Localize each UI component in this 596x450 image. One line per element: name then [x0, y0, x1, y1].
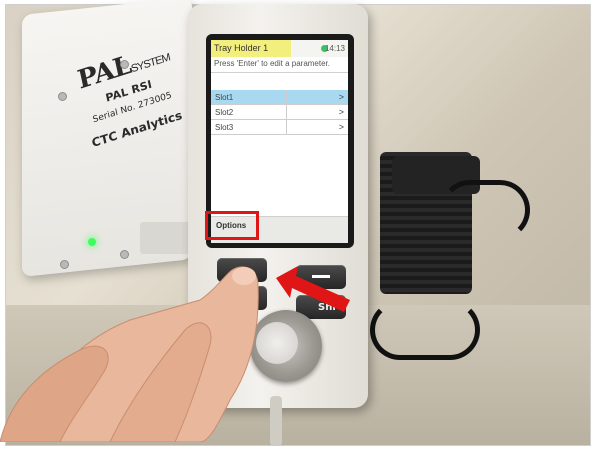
- red-arrow-icon: [276, 266, 350, 312]
- options-highlight-box: [205, 211, 259, 240]
- pointing-hand: [0, 266, 259, 442]
